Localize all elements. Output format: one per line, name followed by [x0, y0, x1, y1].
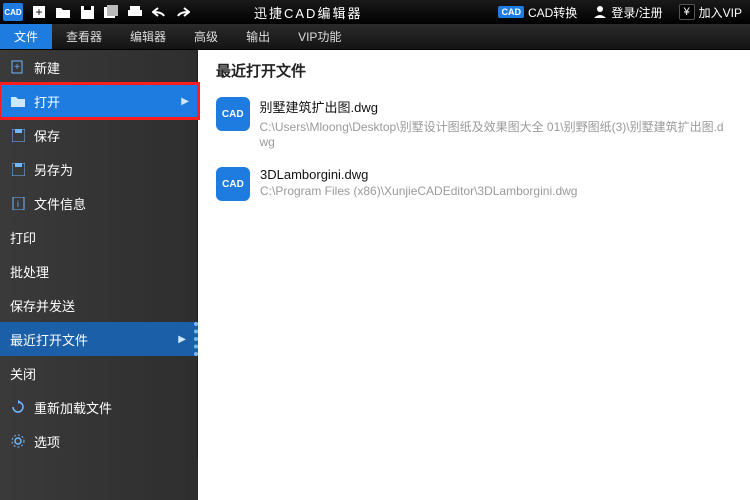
vip-label: 加入VIP	[699, 4, 742, 21]
tab-editor-label: 编辑器	[130, 28, 166, 45]
tab-output[interactable]: 输出	[232, 24, 284, 49]
tab-vip[interactable]: VIP功能	[284, 24, 355, 49]
cad-badge-icon: CAD	[498, 6, 524, 18]
svg-text:i: i	[17, 199, 19, 209]
cad-convert-label: CAD转换	[528, 4, 577, 21]
tab-file-label: 文件	[14, 28, 38, 45]
save-all-icon[interactable]	[100, 2, 122, 22]
sidebar-item-label: 保存并发送	[10, 296, 75, 315]
app-icon: CAD	[2, 2, 24, 22]
quick-toolbar: +	[28, 2, 194, 22]
sidebar-item-label: 批处理	[10, 262, 49, 281]
recent-file-name: 3DLamborgini.dwg	[260, 167, 577, 182]
sidebar-item-file-info[interactable]: i 文件信息	[0, 186, 198, 220]
chevron-right-icon: ▶	[181, 96, 189, 107]
chevron-right-icon: ▶	[178, 334, 186, 345]
reload-icon	[10, 399, 26, 415]
titlebar-right: CAD CAD转换 登录/注册 ¥ 加入VIP	[492, 0, 750, 24]
tab-viewer[interactable]: 查看器	[52, 24, 116, 49]
recent-file-row[interactable]: CAD 3DLamborgini.dwg C:\Program Files (x…	[216, 167, 732, 201]
sidebar-item-options[interactable]: 选项	[0, 424, 198, 458]
tab-advanced[interactable]: 高级	[180, 24, 232, 49]
info-icon: i	[10, 195, 26, 211]
login-label: 登录/注册	[611, 4, 662, 21]
new-icon[interactable]: +	[28, 2, 50, 22]
tab-output-label: 输出	[246, 28, 270, 45]
open-icon[interactable]	[52, 2, 74, 22]
sidebar-item-label: 打开	[34, 92, 60, 111]
tab-editor[interactable]: 编辑器	[116, 24, 180, 49]
sidebar-item-label: 新建	[34, 58, 60, 77]
cad-file-icon: CAD	[216, 97, 250, 131]
sidebar-item-label: 选项	[34, 432, 60, 451]
file-new-icon: +	[10, 59, 26, 75]
sidebar-item-save-as[interactable]: 另存为	[0, 152, 198, 186]
titlebar: CAD + 迅捷CAD编辑器 CAD CAD转换 登录/注册 ¥ 加入VIP	[0, 0, 750, 24]
tab-file[interactable]: 文件	[0, 24, 52, 49]
tab-advanced-label: 高级	[194, 28, 218, 45]
cad-file-icon: CAD	[216, 167, 250, 201]
app-title: 迅捷CAD编辑器	[254, 3, 362, 22]
sidebar-item-close[interactable]: 关闭	[0, 356, 198, 390]
yen-icon: ¥	[679, 4, 695, 20]
save-icon	[10, 127, 26, 143]
menubar: 文件 查看器 编辑器 高级 输出 VIP功能	[0, 24, 750, 50]
sidebar-item-new[interactable]: + 新建	[0, 50, 198, 84]
sidebar-item-recent[interactable]: 最近打开文件 ▶	[0, 322, 198, 356]
sidebar-item-print[interactable]: 打印	[0, 220, 198, 254]
sidebar-item-save-send[interactable]: 保存并发送	[0, 288, 198, 322]
svg-text:+: +	[35, 5, 42, 19]
sidebar-item-label: 重新加载文件	[34, 398, 112, 417]
login-button[interactable]: 登录/注册	[587, 0, 668, 24]
redo-icon[interactable]	[172, 2, 194, 22]
vip-button[interactable]: ¥ 加入VIP	[673, 0, 748, 24]
recent-file-path: C:\Users\Mloong\Desktop\别墅设计图纸及效果图大全 01\…	[260, 118, 732, 149]
main: + 新建 打开 ▶ 保存 另存为 i 文件信息 打印 批处理 保存并发送	[0, 50, 750, 500]
sidebar-item-label: 另存为	[34, 160, 73, 179]
sidebar-item-label: 文件信息	[34, 194, 86, 213]
folder-open-icon	[10, 93, 26, 109]
content-heading: 最近打开文件	[216, 60, 732, 81]
recent-file-path: C:\Program Files (x86)\XunjieCADEditor\3…	[260, 184, 577, 198]
save-icon[interactable]	[76, 2, 98, 22]
print-icon[interactable]	[124, 2, 146, 22]
recent-file-row[interactable]: CAD 别墅建筑扩出图.dwg C:\Users\Mloong\Desktop\…	[216, 97, 732, 149]
sidebar-item-label: 打印	[10, 228, 36, 247]
cad-convert-button[interactable]: CAD CAD转换	[492, 0, 583, 24]
recent-file-name: 别墅建筑扩出图.dwg	[260, 97, 732, 116]
user-icon	[593, 4, 607, 21]
sidebar-item-reload[interactable]: 重新加载文件	[0, 390, 198, 424]
sidebar-item-save[interactable]: 保存	[0, 118, 198, 152]
save-as-icon	[10, 161, 26, 177]
sidebar-item-label: 保存	[34, 126, 60, 145]
file-sidebar: + 新建 打开 ▶ 保存 另存为 i 文件信息 打印 批处理 保存并发送	[0, 50, 198, 500]
svg-text:+: +	[14, 62, 20, 73]
content-panel: 最近打开文件 CAD 别墅建筑扩出图.dwg C:\Users\Mloong\D…	[198, 50, 750, 500]
gear-icon	[10, 433, 26, 449]
recent-file-text: 3DLamborgini.dwg C:\Program Files (x86)\…	[260, 167, 577, 198]
sidebar-item-open[interactable]: 打开 ▶	[0, 84, 198, 118]
sidebar-item-label: 最近打开文件	[10, 330, 88, 349]
undo-icon[interactable]	[148, 2, 170, 22]
sidebar-item-batch[interactable]: 批处理	[0, 254, 198, 288]
svg-text:CAD: CAD	[4, 8, 22, 17]
sidebar-item-label: 关闭	[10, 364, 36, 383]
tab-vip-label: VIP功能	[298, 28, 341, 45]
recent-file-text: 别墅建筑扩出图.dwg C:\Users\Mloong\Desktop\别墅设计…	[260, 97, 732, 149]
tab-viewer-label: 查看器	[66, 28, 102, 45]
